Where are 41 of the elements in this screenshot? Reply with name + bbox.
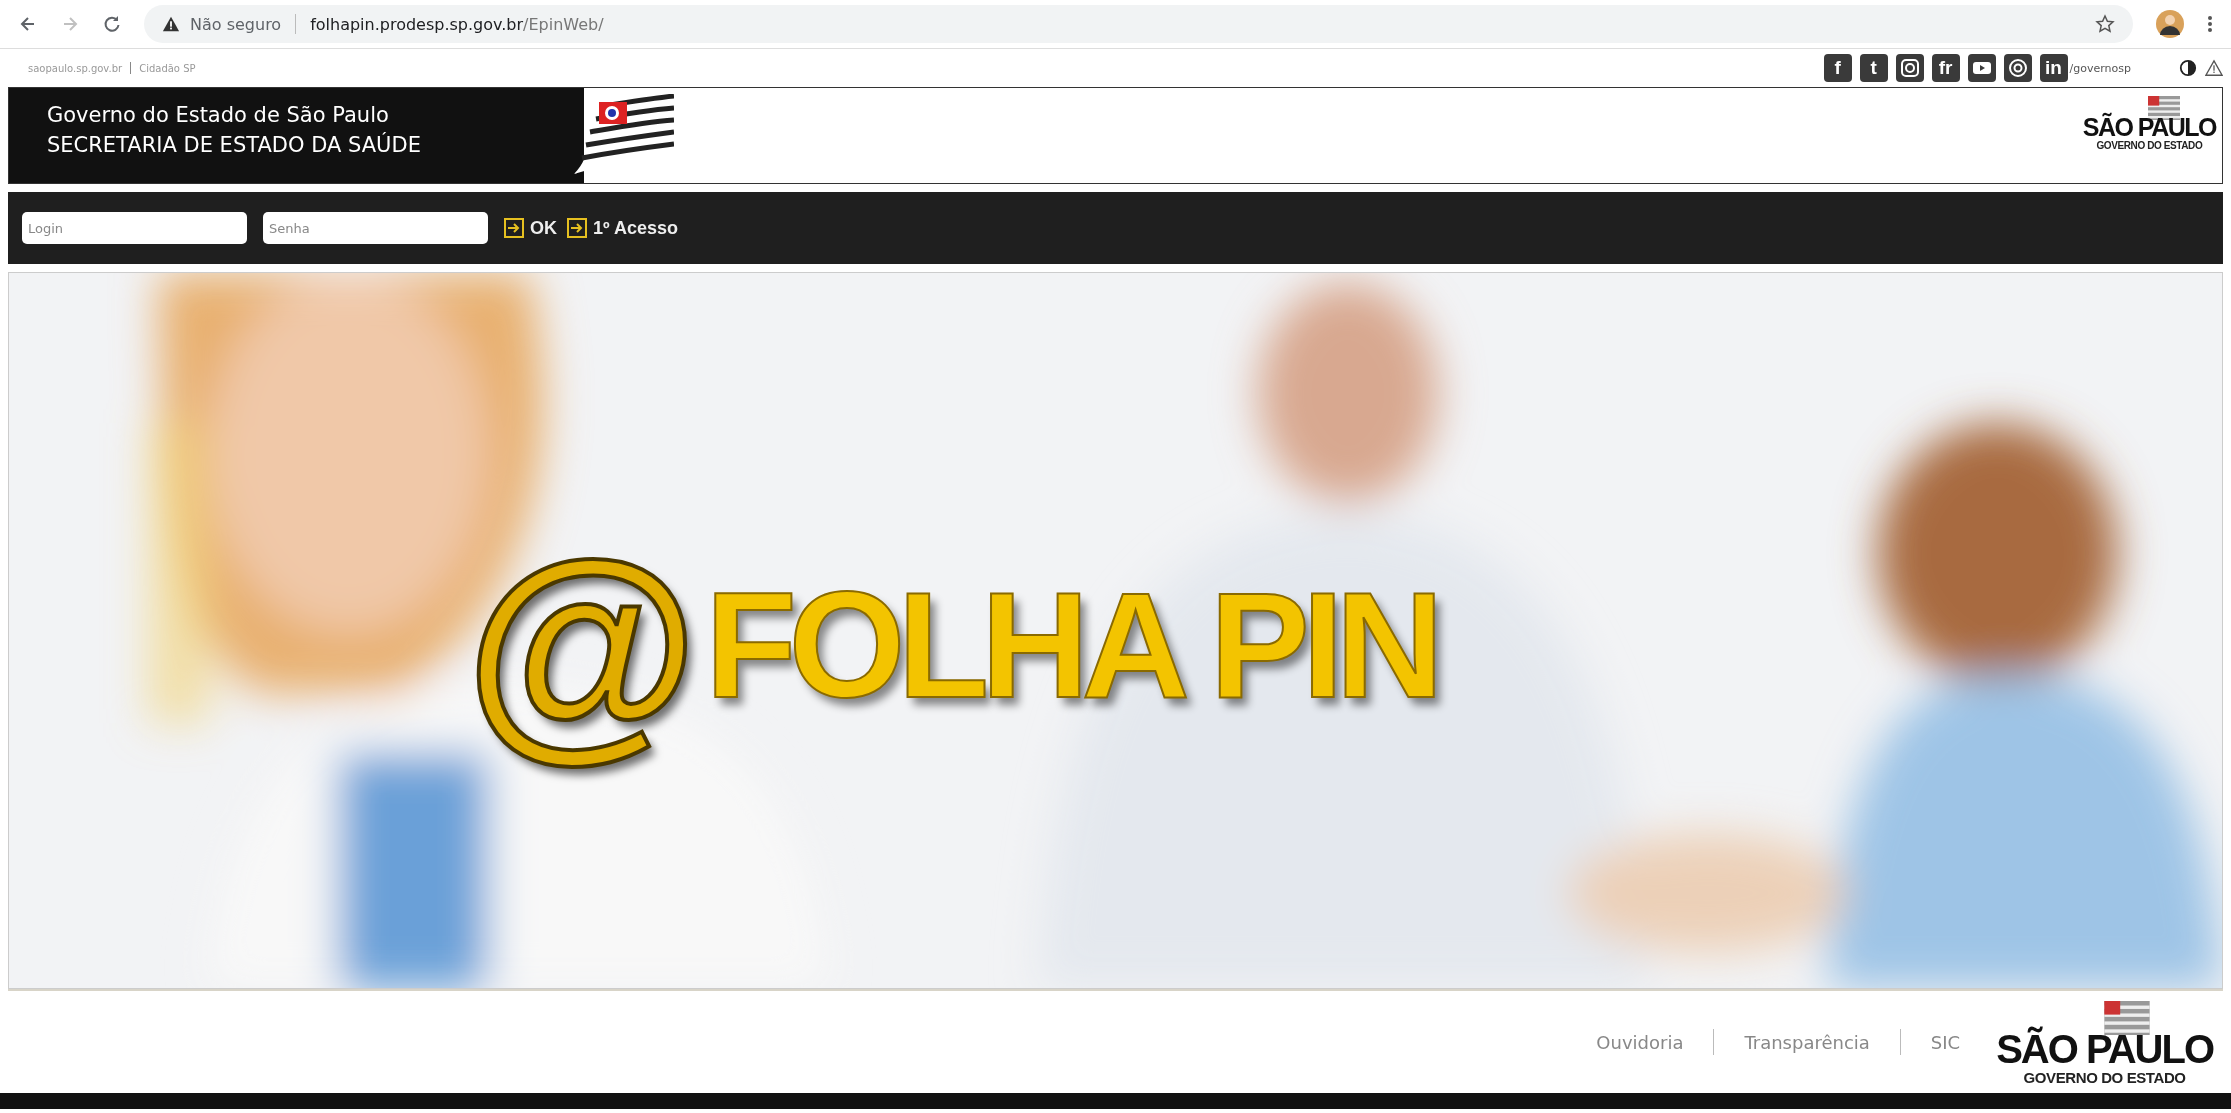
warning-icon bbox=[162, 15, 180, 33]
login-link[interactable]: OK bbox=[530, 217, 557, 239]
url-path: /EpinWeb/ bbox=[523, 14, 604, 34]
warning-icon[interactable] bbox=[2205, 59, 2223, 77]
logo-subtitle: GOVERNO DO ESTADO bbox=[2023, 1068, 2186, 1086]
secretariat-title: SECRETARIA DE ESTADO DA SAÚDE bbox=[47, 131, 422, 159]
at-sign-logo: @ bbox=[465, 525, 700, 766]
government-title: Governo do Estado de São Paulo bbox=[47, 102, 390, 129]
play-icon[interactable] bbox=[1967, 54, 1996, 82]
social-link[interactable]: fr bbox=[1931, 54, 1960, 82]
hero-title: FOLHA PIN bbox=[705, 560, 1436, 731]
target-icon[interactable] bbox=[2003, 54, 2032, 82]
login-field[interactable]: Login bbox=[22, 212, 247, 244]
footer-link[interactable]: SIC bbox=[1930, 1031, 1961, 1053]
logo-title: SÃO PAULO bbox=[2082, 114, 2216, 140]
enter-icon[interactable] bbox=[567, 218, 587, 238]
bookmark-star-icon[interactable] bbox=[2095, 14, 2115, 34]
menu-icon[interactable] bbox=[2207, 14, 2213, 34]
camera-icon[interactable] bbox=[1895, 54, 1924, 82]
address-bar[interactable]: Não seguro folhapin.prodesp.sp.gov.br/EpinWeb/ bbox=[144, 5, 2133, 43]
enter-icon[interactable] bbox=[504, 218, 524, 238]
url-host: folhapin.prodesp.sp.gov.br bbox=[310, 14, 524, 34]
password-field[interactable]: Senha bbox=[263, 212, 488, 244]
footer-link[interactable]: Ouvidoria bbox=[1596, 1031, 1684, 1053]
social-handle: /governosp bbox=[2069, 61, 2131, 75]
reload-icon[interactable] bbox=[102, 14, 122, 34]
social-link[interactable]: f bbox=[1823, 54, 1852, 82]
flag-icon bbox=[2147, 96, 2182, 120]
flag-icon bbox=[2103, 1000, 2150, 1035]
flag-icon bbox=[574, 94, 674, 174]
contrast-icon[interactable] bbox=[2179, 59, 2197, 77]
social-link[interactable]: in bbox=[2039, 54, 2068, 82]
logo-subtitle: GOVERNO DO ESTADO bbox=[2096, 140, 2203, 151]
login-link[interactable]: 1º Acesso bbox=[593, 217, 678, 239]
sao-paulo-logo[interactable]: SÃO PAULO GOVERNO DO ESTADO bbox=[2076, 88, 2222, 183]
footer-link[interactable]: Transparência bbox=[1744, 1031, 1870, 1053]
avatar-icon[interactable] bbox=[2155, 9, 2185, 39]
sao-paulo-logo[interactable]: SÃO PAULO GOVERNO DO ESTADO bbox=[1990, 992, 2219, 1092]
social-link[interactable]: t bbox=[1859, 54, 1888, 82]
logo-title: SÃO PAULO bbox=[1996, 1028, 2213, 1069]
security-label: Não seguro bbox=[190, 14, 282, 34]
